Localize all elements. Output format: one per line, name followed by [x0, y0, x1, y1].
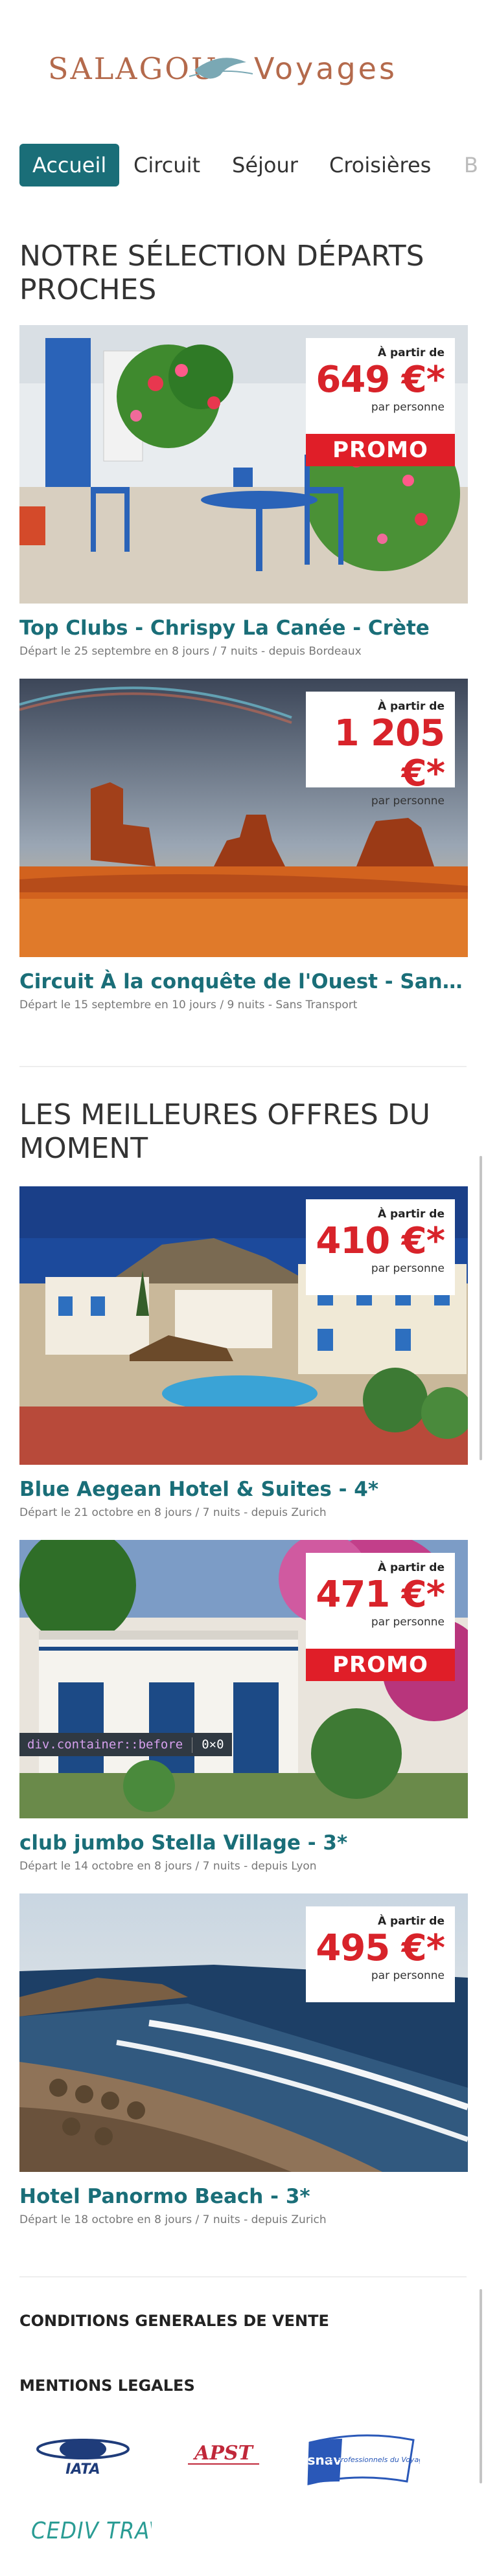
offer-info: Départ le 14 octobre en 8 jours / 7 nuit… [19, 1860, 317, 1873]
price-per-label: par personne [371, 1262, 445, 1275]
section-title-selection: NOTRE SÉLECTION DÉPARTS PROCHES [19, 240, 424, 306]
price-from-label: À partir de [377, 700, 445, 713]
devtools-selector: div.container::before [27, 1737, 183, 1752]
offer-card[interactable]: À partir de 1 205 €* par personne Circui… [19, 679, 468, 1015]
price-box: À partir de 495 €* par personne [306, 1906, 455, 2002]
offer-card[interactable]: À partir de 649 €* par personne PROMO To… [19, 325, 468, 662]
footer-scrollbar-thumb[interactable] [480, 2289, 482, 2483]
offer-info: Départ le 18 octobre en 8 jours / 7 nuit… [19, 2213, 327, 2226]
logo-text-salagou: SALAGOU [48, 51, 218, 86]
price-box: À partir de 471 €* par personne [306, 1553, 455, 1649]
devtools-size: 0×0 [202, 1737, 224, 1752]
legal-link[interactable]: MENTIONS LEGALES [19, 2375, 195, 2396]
price-from-label: À partir de [377, 1915, 445, 1928]
devtools-element-tooltip: div.container::before 0×0 [19, 1733, 232, 1756]
nav-item-sejour[interactable]: Séjour [232, 144, 298, 186]
scrollbar-thumb[interactable] [480, 1156, 482, 1460]
iata-logo-icon[interactable]: IATA [31, 2430, 135, 2481]
main-nav: Accueil Circuit Séjour Croisières B [0, 144, 486, 186]
price-value: 471 €* [316, 1574, 445, 1616]
offer-info: Départ le 25 septembre en 8 jours / 7 nu… [19, 645, 362, 658]
offer-card[interactable]: À partir de 471 €* par personne PROMO di… [19, 1540, 468, 1877]
iata-logo-text: IATA [65, 2461, 100, 2478]
nav-item-croisieres[interactable]: Croisières [329, 144, 431, 186]
offer-info: Départ le 15 septembre en 10 jours / 9 n… [19, 999, 358, 1011]
offer-image-crete[interactable]: À partir de 649 €* par personne PROMO [19, 325, 468, 604]
snav-logo-subtitle: les Professionnels du Voyage [324, 2456, 420, 2464]
price-value: 495 €* [316, 1927, 445, 1969]
cediv-logo-icon[interactable]: CEDIV TRAVEL [29, 2507, 189, 2553]
nav-item-overflow[interactable]: B [464, 144, 478, 186]
price-value: 649 €* [316, 359, 445, 401]
section-divider [19, 1066, 467, 1067]
offer-image-ouest[interactable]: À partir de 1 205 €* par personne [19, 679, 468, 957]
price-box: À partir de 1 205 €* par personne [306, 692, 455, 808]
offer-title[interactable]: Hotel Panormo Beach - 3* [19, 2184, 468, 2209]
section-title-best-offers: LES MEILLEURES OFFRES DU MOMENT [19, 1098, 430, 1165]
price-value: 1 205 €* [334, 712, 445, 795]
offer-image-panormo-beach[interactable]: À partir de 495 €* par personne [19, 1893, 468, 2172]
price-value: 410 €* [316, 1220, 445, 1262]
cediv-logo-text: CEDIV TRAVEL [31, 2518, 152, 2544]
price-per-label: par personne [371, 401, 445, 414]
offer-image-stella-village[interactable]: À partir de 471 €* par personne PROMO di… [19, 1540, 468, 1818]
price-per-label: par personne [371, 795, 445, 808]
offer-title[interactable]: Top Clubs - Chrispy La Canée - Crète [19, 615, 468, 641]
offer-card[interactable]: À partir de 410 €* par personne Blue Aeg… [19, 1186, 468, 1523]
offer-image-blue-aegean[interactable]: À partir de 410 €* par personne [19, 1186, 468, 1465]
offer-title[interactable]: Circuit À la conquête de l'Ouest - Sans … [19, 969, 468, 995]
offer-card[interactable]: À partir de 495 €* par personne Hotel Pa… [19, 1893, 468, 2230]
price-per-label: par personne [371, 1616, 445, 1629]
nav-item-accueil[interactable]: Accueil [19, 144, 120, 186]
logo-text-voyages: Voyages [254, 51, 397, 86]
price-from-label: À partir de [377, 1208, 445, 1221]
price-per-label: par personne [371, 1969, 445, 1982]
snav-logo-icon[interactable]: snav les Professionnels du Voyage [303, 2430, 428, 2488]
cgv-link[interactable]: CONDITIONS GENERALES DE VENTE [19, 2310, 329, 2331]
price-from-label: À partir de [377, 1561, 445, 1574]
promo-badge: PROMO [306, 1649, 455, 1681]
apst-logo-text: APST [192, 2442, 255, 2465]
nav-item-circuit[interactable]: Circuit [133, 144, 200, 186]
salagou-voyages-logo[interactable]: SALAGOU Voyages [0, 39, 486, 97]
offer-title[interactable]: Blue Aegean Hotel & Suites - 4* [19, 1476, 468, 1502]
offer-title[interactable]: club jumbo Stella Village - 3* [19, 1830, 468, 1856]
offer-info: Départ le 21 octobre en 8 jours / 7 nuit… [19, 1506, 327, 1519]
price-from-label: À partir de [377, 346, 445, 359]
section-divider [19, 2276, 467, 2277]
price-box: À partir de 410 €* par personne [306, 1199, 455, 1295]
price-box: À partir de 649 €* par personne [306, 338, 455, 434]
promo-badge: PROMO [306, 434, 455, 466]
apst-logo-icon[interactable]: APST [175, 2440, 272, 2472]
